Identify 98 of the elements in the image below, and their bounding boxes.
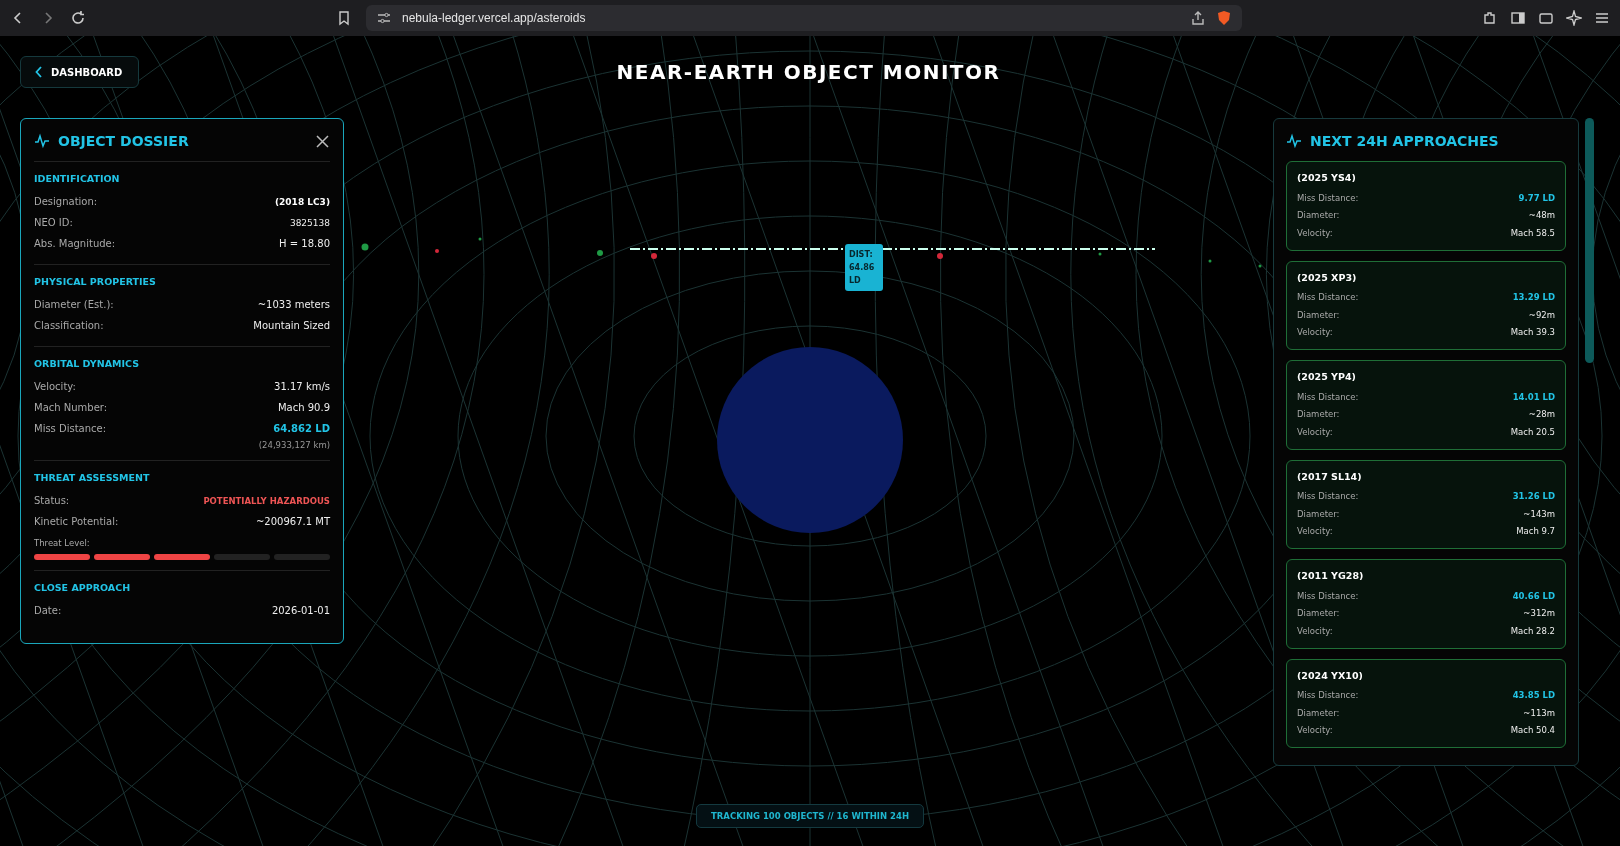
field-label: Miss Distance: xyxy=(1297,391,1359,402)
section-heading: PHYSICAL PROPERTIES xyxy=(34,276,157,287)
section-heading: CLOSE APPROACH xyxy=(34,582,132,593)
field-label: Diameter: xyxy=(1297,508,1340,519)
approach-card[interactable]: (2025 YP4) Miss Distance: 14.01 LD Diameter: ~28m Velocity: Mach 20.5 xyxy=(1286,360,1566,450)
field-value: (2018 LC3) xyxy=(275,196,330,207)
field-label: Miss Distance: xyxy=(1297,590,1359,601)
close-button[interactable] xyxy=(315,133,330,149)
field-value: H = 18.80 xyxy=(279,238,330,249)
field-label: Designation: xyxy=(34,196,98,207)
approach-card[interactable]: (2017 SL14) Miss Distance: 31.26 LD Diameter: ~143m Velocity: Mach 9.7 xyxy=(1286,459,1566,549)
approach-card[interactable]: (2024 YX10) Miss Distance: 43.85 LD Diameter: ~113m Velocity: Mach 50.4 xyxy=(1286,658,1566,748)
field-label: Velocity: xyxy=(1297,625,1333,636)
field-value: Mach 28.2 xyxy=(1510,625,1555,636)
field-label: Velocity: xyxy=(1297,327,1333,338)
close-icon xyxy=(315,133,330,149)
status-badge: TRACKING 100 OBJECTS // 16 WITHIN 24H xyxy=(696,804,924,828)
field-value: ~113m xyxy=(1523,707,1555,718)
pulse-icon xyxy=(1286,133,1302,149)
field-value: Mach 58.5 xyxy=(1510,227,1555,238)
menu-icon[interactable] xyxy=(1594,10,1610,26)
field-label: Status: xyxy=(34,495,70,506)
pulse-icon xyxy=(34,133,50,149)
object-name: (2024 YX10) xyxy=(1297,669,1364,681)
field-label: Diameter: xyxy=(1297,409,1340,420)
page-title: NEAR-EARTH OBJECT MONITOR xyxy=(615,60,1002,84)
field-label: Classification: xyxy=(34,320,104,331)
field-value: ~92m xyxy=(1528,309,1555,320)
approach-card[interactable]: (2025 YS4) Miss Distance: 9.77 LD Diameter: ~48m Velocity: Mach 58.5 xyxy=(1286,161,1566,251)
field-value: ~312m xyxy=(1523,608,1555,619)
sparkle-icon[interactable] xyxy=(1566,10,1582,26)
field-label: Miss Distance: xyxy=(1297,292,1359,303)
field-value: ~1033 meters xyxy=(257,299,330,310)
meter-label: Threat Level: xyxy=(34,538,91,548)
field-value: Mach 20.5 xyxy=(1510,426,1555,437)
distance-tooltip: DIST: 64.86 LD xyxy=(845,244,883,291)
field-label: Velocity: xyxy=(1297,227,1333,238)
field-label: Miss Distance: xyxy=(34,423,107,434)
dashboard-button[interactable]: DASHBOARD xyxy=(20,56,140,88)
chevron-left-icon xyxy=(35,66,43,78)
field-label: Diameter: xyxy=(1297,707,1340,718)
field-value: 43.85 LD xyxy=(1512,690,1555,701)
field-value: Mach 90.9 xyxy=(277,402,330,413)
field-value: Mach 9.7 xyxy=(1516,526,1555,537)
field-value: ~28m xyxy=(1528,409,1555,420)
field-value: 2026-01-01 xyxy=(271,605,330,616)
field-note: (24,933,127 km) xyxy=(257,440,330,450)
object-name: (2025 YS4) xyxy=(1297,172,1357,183)
section-heading: IDENTIFICATION xyxy=(34,173,121,184)
field-value: POTENTIALLY HAZARDOUS xyxy=(203,495,330,506)
field-value: 31.17 km/s xyxy=(274,381,330,392)
field-value: 9.77 LD xyxy=(1518,192,1555,203)
field-label: Miss Distance: xyxy=(1297,491,1359,502)
field-label: Miss Distance: xyxy=(1297,690,1359,701)
approach-card[interactable]: (2011 YG28) Miss Distance: 40.66 LD Diameter: ~312m Velocity: Mach 28.2 xyxy=(1286,559,1566,649)
site-settings-icon[interactable] xyxy=(376,10,392,26)
field-label: NEO ID: xyxy=(34,217,73,228)
panel-title: OBJECT DOSSIER xyxy=(58,133,189,149)
field-value: ~200967.1 MT xyxy=(256,516,330,527)
field-label: Diameter: xyxy=(1297,608,1340,619)
field-value: 31.26 LD xyxy=(1512,491,1555,502)
object-name: (2025 YP4) xyxy=(1297,371,1357,382)
field-value: ~48m xyxy=(1528,210,1555,221)
field-label: Abs. Magnitude: xyxy=(34,238,116,249)
panel-title: NEXT 24H APPROACHES xyxy=(1310,133,1499,149)
field-value: 14.01 LD xyxy=(1512,391,1555,402)
reload-icon[interactable] xyxy=(70,10,86,26)
field-label: Diameter: xyxy=(1297,210,1340,221)
field-label: Date: xyxy=(34,605,62,616)
field-label: Mach Number: xyxy=(34,402,108,413)
field-value: 40.66 LD xyxy=(1512,590,1555,601)
field-label: Velocity: xyxy=(1297,526,1333,537)
section-heading: ORBITAL DYNAMICS xyxy=(34,358,140,369)
field-value: Mach 39.3 xyxy=(1510,327,1555,338)
field-label: Velocity: xyxy=(34,381,76,392)
field-label: Velocity: xyxy=(1297,725,1333,736)
share-icon[interactable] xyxy=(1190,10,1206,26)
section-heading: THREAT ASSESSMENT xyxy=(34,472,151,483)
field-value: 3825138 xyxy=(289,217,330,228)
sidebar-icon[interactable] xyxy=(1510,10,1526,26)
field-value: Mach 50.4 xyxy=(1510,725,1555,736)
field-value: ~143m xyxy=(1523,508,1555,519)
field-value: 13.29 LD xyxy=(1512,292,1555,303)
address-bar[interactable]: nebula-ledger.vercel.app/asteroids xyxy=(366,5,1242,31)
field-label: Diameter (Est.): xyxy=(34,299,114,310)
field-label: Velocity: xyxy=(1297,426,1333,437)
field-value: 64.862 LD xyxy=(273,423,330,434)
object-name: (2017 SL14) xyxy=(1297,470,1363,482)
scrollbar-thumb[interactable] xyxy=(1585,118,1594,363)
shield-icon[interactable] xyxy=(1216,10,1232,26)
bookmark-icon[interactable] xyxy=(336,10,352,26)
field-label: Kinetic Potential: xyxy=(34,516,119,527)
approach-card[interactable]: (2025 XP3) Miss Distance: 13.29 LD Diameter: ~92m Velocity: Mach 39.3 xyxy=(1286,260,1566,350)
field-label: Diameter: xyxy=(1297,309,1340,320)
object-name: (2011 YG28) xyxy=(1297,570,1365,581)
object-name: (2025 XP3) xyxy=(1297,271,1358,283)
field-label: Miss Distance: xyxy=(1297,192,1359,203)
field-value: Mountain Sized xyxy=(253,320,330,331)
